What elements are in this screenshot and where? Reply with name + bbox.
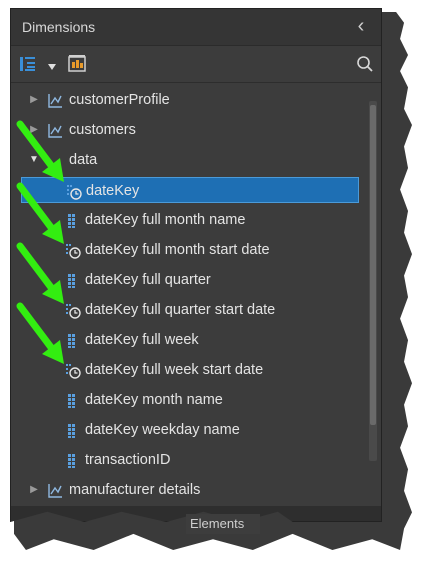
triangle-down-icon[interactable]	[47, 59, 57, 70]
tree-list-icon[interactable]	[19, 55, 37, 73]
tree-item[interactable]: ▶ customerProfile	[21, 87, 359, 113]
hierarchy-icon	[47, 92, 63, 108]
attribute-grid-icon	[65, 452, 81, 468]
tree-item-label: dateKey full quarter	[85, 272, 211, 288]
tree-item-label: dateKey weekday name	[85, 422, 240, 438]
panel-title: Dimensions	[22, 19, 96, 35]
collapsed-caret-icon[interactable]: ▶	[29, 87, 39, 113]
hierarchy-icon	[47, 482, 63, 498]
vertical-scrollbar[interactable]	[369, 101, 377, 461]
attribute-grid-icon	[65, 392, 81, 408]
scrollbar-thumb[interactable]	[370, 105, 376, 425]
calculator-icon[interactable]	[67, 54, 87, 74]
annotation-arrow	[16, 120, 64, 182]
tree-item[interactable]: transactionID	[21, 447, 359, 473]
panel-toolbar	[11, 46, 381, 83]
tree-item[interactable]: ▶ manufacturer details	[21, 477, 359, 503]
tree-item-label: dateKey	[86, 183, 140, 199]
tree-item-label: transactionID	[85, 452, 171, 468]
tree-item-label: dateKey month name	[85, 392, 223, 408]
tree-item-label: dateKey full quarter start date	[85, 302, 276, 318]
search-icon[interactable]	[356, 55, 374, 73]
tree-item-label: dateKey full week	[85, 332, 199, 348]
annotation-arrow	[16, 302, 64, 364]
panel-header: Dimensions ‹	[11, 9, 381, 46]
tree-item-label: dateKey full week start date	[85, 362, 264, 378]
tree-item-label: customers	[69, 122, 136, 138]
collapsed-caret-icon[interactable]: ▶	[29, 477, 39, 503]
tree-item[interactable]: dateKey weekday name	[21, 417, 359, 443]
chevron-left-icon[interactable]: ‹	[351, 15, 371, 37]
tree-item-label: dateKey full month start date	[85, 242, 270, 258]
tab-elements[interactable]: Elements	[186, 514, 260, 534]
tree-item-label: dateKey full month name	[85, 212, 246, 228]
tree-item[interactable]: dateKey month name	[21, 387, 359, 413]
tree-item-label: manufacturer details	[69, 482, 201, 498]
attribute-grid-icon	[65, 422, 81, 438]
tree-item-label: customerProfile	[69, 92, 170, 108]
